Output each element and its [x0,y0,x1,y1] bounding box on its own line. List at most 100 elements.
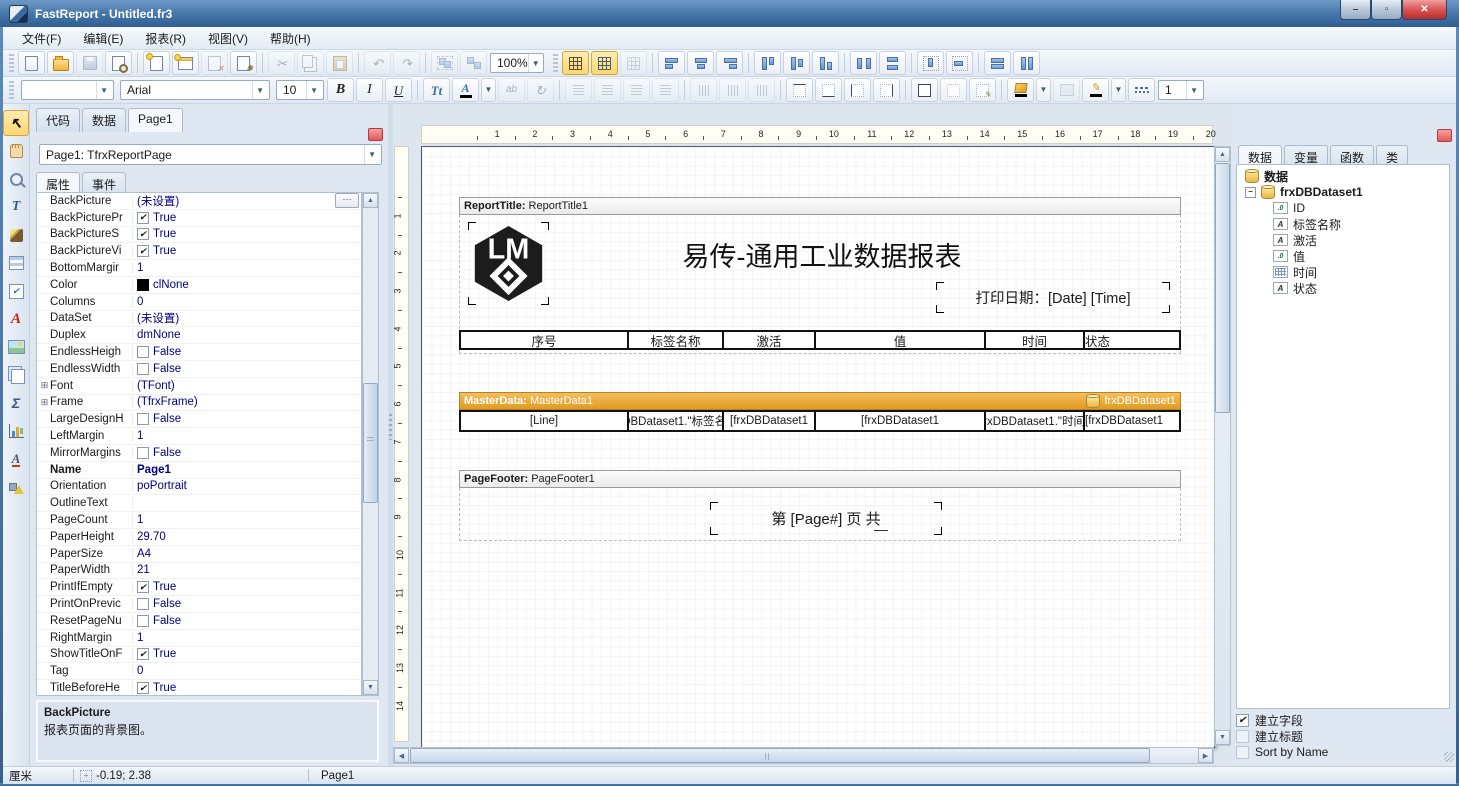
scroll-up-icon[interactable]: ▲ [1215,147,1230,162]
table-header-cell[interactable]: 标签名称 [629,332,724,348]
selection-handle[interactable] [710,502,718,510]
fill-color-dropdown[interactable]: ▼ [1036,78,1051,102]
chevron-down-icon[interactable]: ▼ [528,54,543,72]
table-header-cell[interactable]: 激活 [724,332,816,348]
property-row[interactable]: PrintOnPrevic False [37,596,361,613]
company-logo[interactable]: LM [470,224,547,303]
property-row[interactable]: TitleBeforeHe True [37,680,361,696]
text-align-middle-button[interactable] [719,78,746,102]
table-header-cell[interactable]: 时间 [986,332,1085,348]
table-header-cell[interactable]: 状态 [1085,332,1110,348]
toolbar-grip[interactable] [553,54,558,72]
property-row[interactable]: LeftMargin 1 [37,428,361,445]
property-row[interactable]: BackPicturePr True [37,210,361,227]
property-value[interactable]: 1 [133,632,361,644]
frame-bottom-button[interactable] [815,78,842,102]
selection-handle[interactable] [710,527,718,535]
page-number-text[interactable]: 第 [Page#] 页 共 [712,504,940,533]
property-row[interactable]: ShowTitleOnF True [37,647,361,664]
property-row[interactable]: PageCount 1 [37,512,361,529]
same-width-button[interactable] [984,51,1011,75]
group-button[interactable] [431,51,458,75]
align-centers-button[interactable] [687,51,714,75]
font-select[interactable]: Arial ▼ [120,80,270,100]
preview-button[interactable] [105,51,132,75]
toolbar-separator[interactable] [137,53,138,73]
chart-object-tool[interactable] [3,418,29,444]
checkbox-icon[interactable] [137,346,149,358]
toolbar-separator[interactable] [911,53,912,73]
property-value[interactable]: 1 [133,430,361,442]
align-lefts-button[interactable] [658,51,685,75]
property-value[interactable]: (未设置) [133,193,335,209]
property-value[interactable]: 21 [133,564,361,576]
cut-button[interactable]: ✂ [268,51,295,75]
ungroup-button[interactable] [460,51,487,75]
property-value[interactable]: (TFont) [133,380,361,392]
tree-dataset[interactable]: frxDBDataset1 [1237,184,1449,200]
toolbar-grip[interactable] [9,54,14,72]
ole-object-tool[interactable] [3,474,29,500]
property-value[interactable]: True [133,245,361,257]
checkbox-icon[interactable] [137,447,149,459]
checkbox-icon[interactable] [137,228,149,240]
property-value[interactable]: True [133,581,361,593]
property-row[interactable]: BottomMargir 1 [37,260,361,277]
property-row[interactable]: PrintIfEmpty True [37,579,361,596]
toolbar-separator[interactable] [425,53,426,73]
zoom-select[interactable]: 100% ▼ [490,53,544,73]
option-row[interactable]: Sort by Name [1236,744,1450,760]
checkbox-icon[interactable] [137,682,149,694]
toolbar-separator[interactable] [559,80,560,100]
property-row[interactable]: Tag 0 [37,663,361,680]
horizontal-scrollbar[interactable]: ◀ ▶ [393,747,1214,764]
copy-button[interactable] [297,51,324,75]
scroll-down-icon[interactable]: ▼ [363,680,378,695]
toolbar-grip[interactable] [9,81,14,99]
property-row[interactable]: DataSet (未设置) [37,311,361,328]
scrollbar-thumb[interactable] [363,383,378,503]
property-row[interactable]: Name Page1 [37,462,361,479]
text-align-bottom-button[interactable] [748,78,775,102]
data-cell[interactable]: [frxDBDataset1 [1085,412,1163,430]
collapse-icon[interactable] [1245,187,1256,198]
text-align-center-button[interactable] [594,78,621,102]
delete-page-button[interactable] [201,51,228,75]
checkbox-icon[interactable] [1236,714,1249,727]
checkbox-icon[interactable] [137,615,149,627]
line-color-button[interactable] [1082,78,1109,102]
text-tool[interactable]: T [3,194,29,220]
frame-all-button[interactable] [911,78,938,102]
align-bottoms-button[interactable] [812,51,839,75]
fill-color-button[interactable] [1007,78,1034,102]
checkbox-icon[interactable] [137,413,149,425]
data-row[interactable]: [Line][frxDBDataset1."标签名称"][frxDBDatase… [459,410,1181,432]
chevron-down-icon[interactable]: ▼ [306,81,321,99]
checkbox-icon[interactable] [137,581,149,593]
print-date-text[interactable]: 打印日期：[Date] [Time] [938,284,1168,311]
property-value[interactable]: A4 [133,548,361,560]
report-title-band-header[interactable]: ReportTitle: ReportTitle1 [459,197,1181,215]
scroll-right-icon[interactable]: ▶ [1198,748,1213,763]
property-value[interactable]: 0 [133,296,361,308]
property-value[interactable]: poPortrait [133,480,361,492]
underline-button[interactable]: U [385,78,412,102]
resize-grip-icon[interactable] [1444,752,1454,762]
show-grid-button[interactable] [562,51,589,75]
chevron-down-icon[interactable]: ▼ [364,145,379,164]
property-value[interactable]: True [133,682,361,694]
checkbox-icon[interactable] [1236,730,1249,743]
property-value[interactable]: True [133,212,361,224]
space-horizontally-button[interactable] [850,51,877,75]
checkbox-icon[interactable] [137,598,149,610]
selection-handle[interactable] [936,282,944,290]
expand-icon[interactable]: ⊞ [37,397,50,408]
property-value[interactable]: 0 [133,665,361,677]
new-report-button[interactable] [18,51,45,75]
font-size-select[interactable]: 10 ▼ [276,80,324,100]
data-cell[interactable]: [frxDBDataset1."时间"] [986,412,1085,430]
property-value[interactable]: 1 [133,514,361,526]
selection-handle[interactable] [934,502,942,510]
center-horizontally-button[interactable] [917,51,944,75]
checkbox-icon[interactable] [137,648,149,660]
